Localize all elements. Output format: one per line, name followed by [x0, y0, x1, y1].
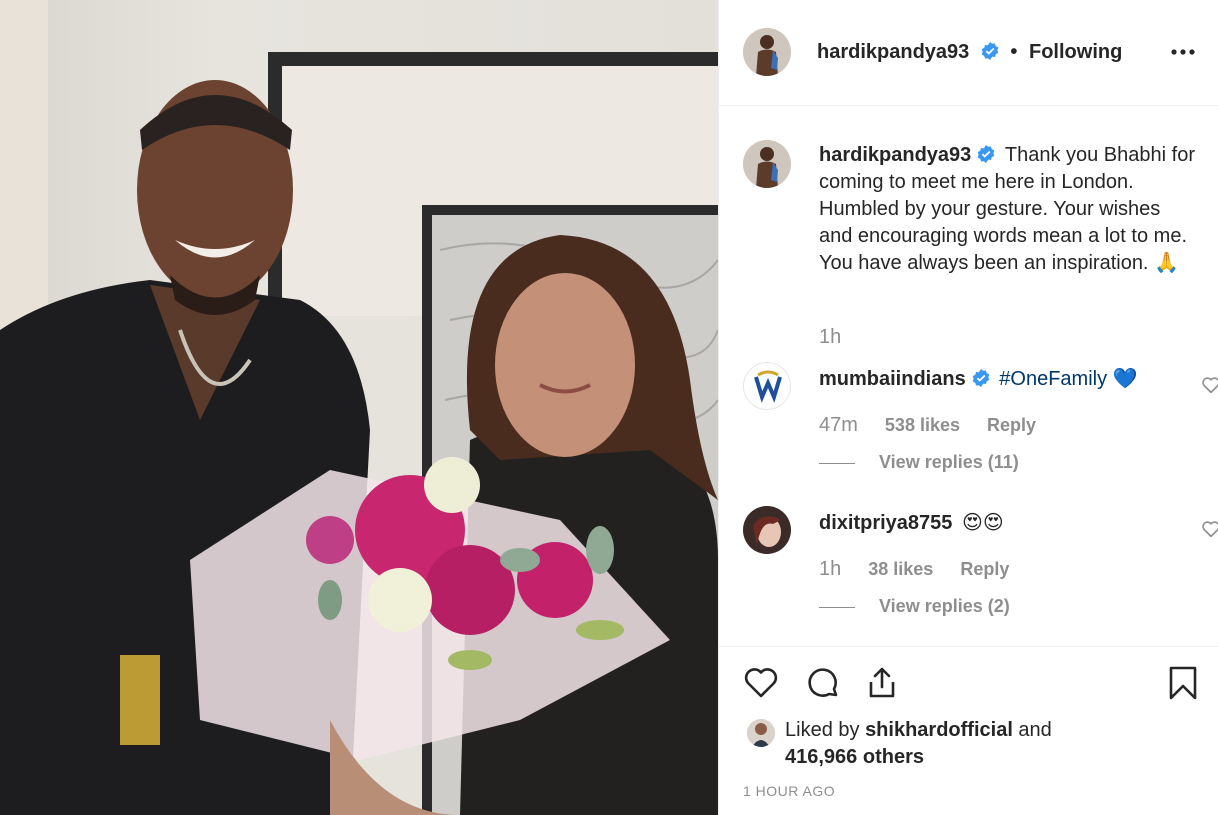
caption-avatar[interactable] — [743, 140, 791, 188]
commenter-avatar[interactable] — [743, 506, 791, 554]
comment-username[interactable]: mumbaiindians — [819, 368, 966, 390]
post-photo[interactable] — [0, 0, 718, 815]
liked-by-prefix: Liked by — [785, 719, 866, 741]
author-username[interactable]: hardikpandya93 — [817, 41, 969, 63]
post-photo-illustration — [0, 0, 718, 815]
reply-button[interactable]: Reply — [960, 559, 1009, 579]
comment-like-icon[interactable] — [1201, 520, 1218, 538]
post-timestamp: 1 HOUR AGO — [743, 783, 836, 799]
likes-count[interactable]: 416,966 others — [785, 746, 924, 768]
liker-avatar[interactable] — [747, 719, 775, 747]
comment-likes[interactable]: 38 likes — [868, 559, 933, 579]
woman-face — [495, 273, 635, 457]
replies-rule — [819, 462, 855, 464]
comment-time: 1h — [819, 558, 842, 580]
caption-time: 1h — [819, 326, 842, 348]
verified-icon — [981, 42, 999, 60]
bookmark-icon[interactable] — [1165, 665, 1201, 701]
post-side-panel: hardikpandya93 • Following hardikpandya9… — [718, 0, 1218, 815]
header-separator: • — [1010, 41, 1018, 63]
more-options-icon[interactable] — [1169, 44, 1197, 60]
header-line: hardikpandya93 • Following — [817, 41, 1122, 64]
comment-username[interactable]: dixitpriya8755 — [819, 512, 952, 534]
share-icon[interactable] — [864, 665, 900, 701]
comment-icon[interactable] — [805, 665, 841, 701]
view-replies[interactable]: View replies (2) — [819, 596, 1010, 617]
comment-text: 😍😍 — [961, 512, 1004, 534]
liked-by-suffix: and — [1012, 719, 1052, 741]
commenter-avatar[interactable] — [743, 362, 791, 410]
comment-time: 47m — [819, 414, 858, 436]
view-replies-label: View replies (11) — [879, 452, 1019, 472]
following-button[interactable]: Following — [1029, 41, 1122, 63]
comment-line: dixitpriya8755 😍😍 — [819, 510, 1004, 535]
liked-by-text: Liked by shikhardofficial and 416,966 ot… — [785, 717, 1052, 771]
comment-meta: 47m 538 likes Reply — [819, 414, 1058, 437]
comment-text[interactable]: #OneFamily 💙 — [999, 368, 1137, 390]
liked-by-user[interactable]: shikhardofficial — [865, 719, 1013, 741]
reply-button[interactable]: Reply — [987, 415, 1036, 435]
verified-icon — [972, 369, 989, 387]
heart-icon[interactable] — [743, 665, 779, 701]
comment-likes[interactable]: 538 likes — [885, 415, 960, 435]
post-header: hardikpandya93 • Following — [719, 0, 1218, 106]
comment-meta: 1h 38 likes Reply — [819, 558, 1031, 581]
comment-line: mumbaiindians #OneFamily 💙 — [819, 366, 1138, 391]
post-actions: Liked by shikhardofficial and 416,966 ot… — [719, 646, 1218, 815]
caption-text-block: hardikpandya93 Thank you Bhabhi for comi… — [819, 142, 1199, 277]
replies-rule — [819, 606, 855, 608]
view-replies[interactable]: View replies (11) — [819, 452, 1019, 473]
jacket-stripe — [120, 655, 160, 745]
verified-icon — [978, 145, 995, 163]
author-avatar[interactable] — [743, 28, 791, 76]
comment-like-icon[interactable] — [1201, 376, 1218, 394]
view-replies-label: View replies (2) — [879, 596, 1010, 616]
caption-username[interactable]: hardikpandya93 — [819, 144, 971, 166]
